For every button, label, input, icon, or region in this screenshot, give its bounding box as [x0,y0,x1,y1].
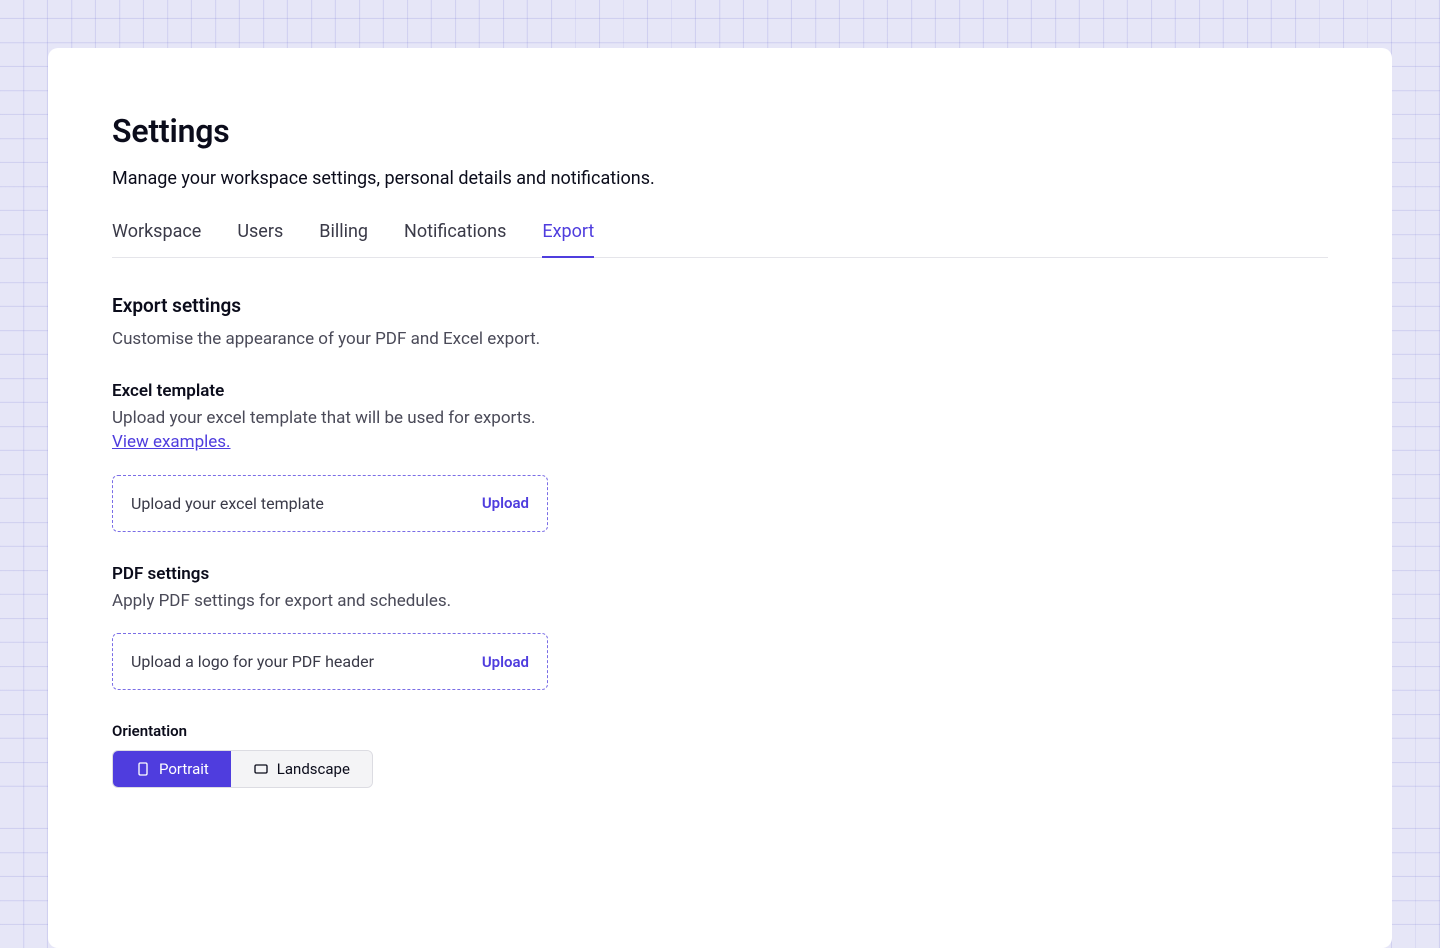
tabs: Workspace Users Billing Notifications Ex… [112,221,1328,258]
orientation-label: Orientation [112,722,1328,740]
tab-notifications[interactable]: Notifications [404,221,506,258]
pdf-settings-help: Apply PDF settings for export and schedu… [112,590,1328,614]
excel-upload-box[interactable]: Upload your excel template Upload [112,475,548,532]
tab-workspace[interactable]: Workspace [112,221,201,258]
pdf-settings-label: PDF settings [112,564,1328,584]
view-examples-link[interactable]: View examples. [112,432,231,452]
pdf-logo-upload-box[interactable]: Upload a logo for your PDF header Upload [112,633,548,690]
pdf-upload-button[interactable]: Upload [482,653,529,671]
landscape-icon [253,761,269,777]
pdf-settings-group: PDF settings Apply PDF settings for expo… [112,564,1328,691]
excel-upload-button[interactable]: Upload [482,494,529,512]
excel-template-help: Upload your excel template that will be … [112,407,1328,455]
portrait-label: Portrait [159,760,209,778]
export-desc: Customise the appearance of your PDF and… [112,329,1328,349]
pdf-upload-placeholder: Upload a logo for your PDF header [131,652,374,671]
excel-upload-placeholder: Upload your excel template [131,494,324,513]
portrait-icon [135,761,151,777]
landscape-label: Landscape [277,760,350,778]
excel-help-text: Upload your excel template that will be … [112,408,536,428]
orientation-landscape-button[interactable]: Landscape [231,751,372,787]
orientation-toggle: Portrait Landscape [112,750,373,788]
tab-billing[interactable]: Billing [319,221,368,258]
settings-card: Settings Manage your workspace settings,… [48,48,1392,948]
orientation-portrait-button[interactable]: Portrait [113,751,231,787]
excel-template-group: Excel template Upload your excel templat… [112,381,1328,532]
export-title: Export settings [112,294,1328,317]
orientation-group: Orientation Portrait [112,722,1328,788]
page-subtitle: Manage your workspace settings, personal… [112,168,1328,189]
tab-users[interactable]: Users [237,221,283,258]
excel-template-label: Excel template [112,381,1328,401]
page-title: Settings [112,112,1328,150]
export-section: Export settings Customise the appearance… [112,294,1328,788]
tab-export[interactable]: Export [542,221,594,258]
